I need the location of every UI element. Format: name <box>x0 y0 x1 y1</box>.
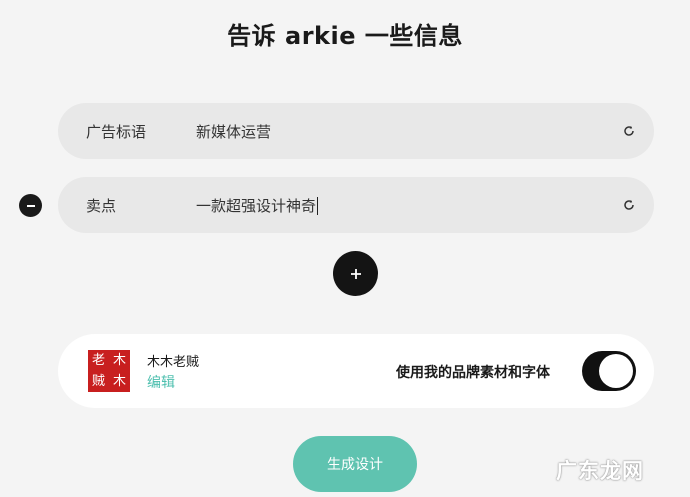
selling-point-field-row[interactable]: 卖点 一款超强设计神奇 <box>58 177 654 233</box>
brand-toggle[interactable] <box>582 351 636 391</box>
slogan-label: 广告标语 <box>86 122 147 141</box>
refresh-icon[interactable] <box>622 198 636 212</box>
refresh-icon[interactable] <box>622 124 636 138</box>
toggle-knob <box>599 354 633 388</box>
brand-toggle-label: 使用我的品牌素材和字体 <box>396 365 550 381</box>
generate-design-button[interactable]: 生成设计 <box>293 436 417 492</box>
brand-name: 木木老贼 <box>147 355 200 370</box>
plus-icon <box>350 268 361 279</box>
remove-field-button[interactable] <box>19 194 42 217</box>
selling-point-label: 卖点 <box>86 196 117 215</box>
brand-logo: 老 木 贼 木 <box>88 350 130 392</box>
page-title: 告诉 arkie 一些信息 <box>227 22 463 50</box>
minus-icon <box>26 204 35 207</box>
selling-point-value: 一款超强设计神奇 <box>196 196 317 215</box>
text-caret <box>317 197 319 215</box>
watermark: 广东龙网 <box>556 458 644 483</box>
selling-point-input[interactable]: 一款超强设计神奇 <box>196 195 596 216</box>
slogan-field-row[interactable]: 广告标语 新媒体运营 <box>58 103 654 159</box>
brand-edit-link[interactable]: 编辑 <box>147 372 175 392</box>
slogan-input[interactable]: 新媒体运营 <box>196 121 596 142</box>
brand-card: 老 木 贼 木 木木老贼 编辑 使用我的品牌素材和字体 <box>58 334 654 408</box>
add-field-button[interactable] <box>333 251 378 296</box>
